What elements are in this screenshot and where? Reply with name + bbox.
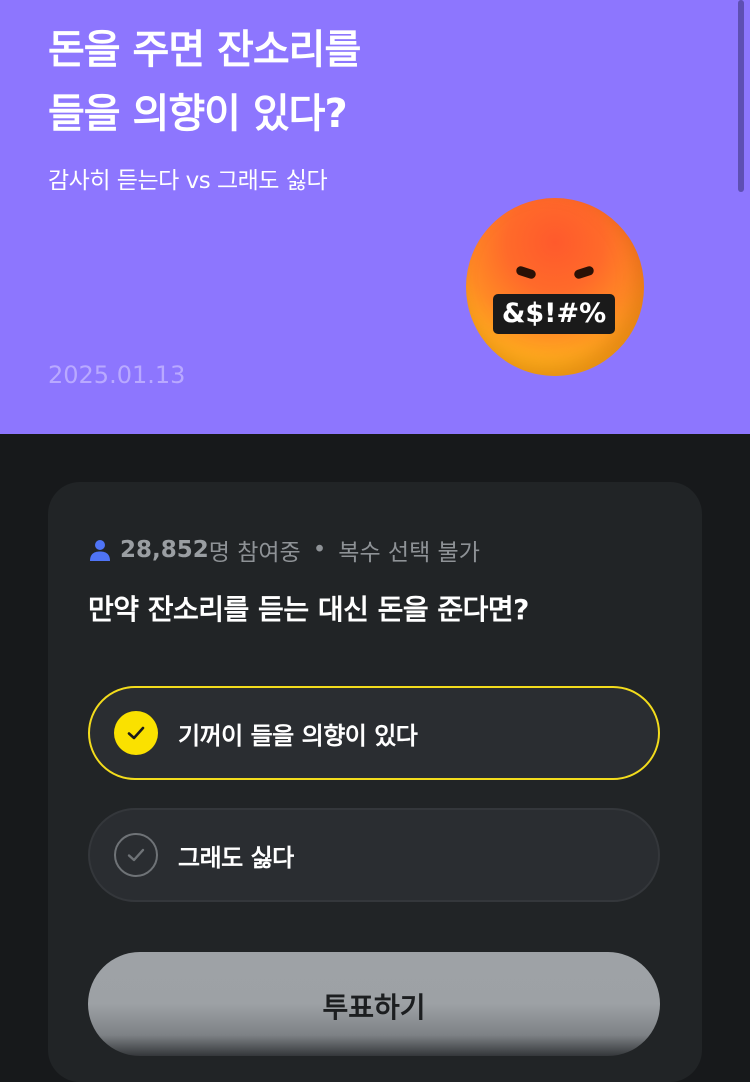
hero-title-line-1: 돈을 주면 잔소리를	[48, 27, 361, 73]
poll-option-label: 기꺼이 들을 의향이 있다	[178, 721, 418, 750]
participant-suffix: 명 참여중	[208, 540, 301, 566]
poll-option-willing[interactable]: 기꺼이 들을 의향이 있다	[88, 686, 660, 780]
angry-face-icon: &$!#%	[466, 198, 644, 376]
person-icon	[90, 540, 110, 561]
poll-question: 만약 잔소리를 듣는 대신 돈을 준다면?	[88, 593, 529, 626]
scrollbar[interactable]	[738, 0, 744, 192]
poll-option-label: 그래도 싫다	[178, 843, 294, 872]
hero-subtitle: 감사히 듣는다 vs 그래도 싫다	[48, 168, 328, 194]
meta-separator: •	[312, 537, 327, 563]
vote-button[interactable]: 투표하기	[88, 952, 660, 1056]
hero-date: 2025.01.13	[48, 361, 186, 389]
hero-title: 돈을 주면 잔소리를 들을 의향이 있다?	[48, 18, 468, 146]
poll-card: 28,852 명 참여중 • 복수 선택 불가 만약 잔소리를 듣는 대신 돈을…	[48, 482, 702, 1082]
poll-meta: 28,852 명 참여중 • 복수 선택 불가	[88, 534, 480, 566]
hero-title-line-2: 들을 의향이 있다?	[48, 91, 348, 137]
poll-option-still-no[interactable]: 그래도 싫다	[88, 808, 660, 902]
participant-count: 28,852	[120, 537, 209, 563]
poll-hero-banner: 돈을 주면 잔소리를 들을 의향이 있다? 감사히 듣는다 vs 그래도 싫다 …	[0, 0, 750, 434]
censored-symbols: &$!#%	[493, 294, 615, 334]
checkmark-icon	[114, 833, 158, 877]
checkmark-icon	[114, 711, 158, 755]
selection-mode: 복수 선택 불가	[338, 540, 480, 566]
right-eye	[573, 265, 595, 280]
left-eye	[515, 265, 537, 280]
